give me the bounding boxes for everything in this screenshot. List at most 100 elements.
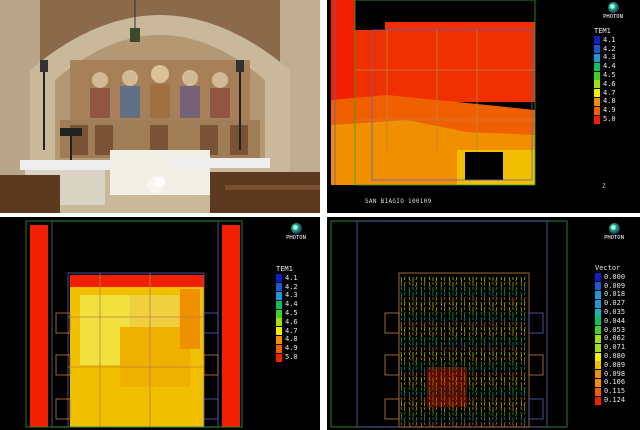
flow-vector	[444, 301, 446, 308]
flow-vector	[455, 321, 458, 327]
flow-vector	[428, 306, 431, 311]
flow-vector	[508, 281, 511, 287]
flow-vector	[488, 321, 491, 326]
legend-value: 5.0	[285, 353, 298, 362]
flow-vector	[475, 276, 478, 281]
flow-vector	[500, 301, 502, 307]
legend-entry: 0.062	[595, 334, 625, 344]
flow-vector	[480, 341, 482, 346]
flow-vector	[404, 291, 406, 296]
flow-vector	[420, 346, 422, 353]
flow-vector	[515, 291, 518, 297]
flow-vector	[435, 296, 438, 302]
flow-vector	[415, 361, 418, 367]
flow-vector	[495, 331, 498, 336]
flow-vector	[460, 291, 462, 298]
flow-vector	[475, 341, 478, 348]
flow-vector	[480, 316, 482, 323]
flow-vector	[524, 391, 526, 397]
flow-vector	[504, 381, 506, 387]
flow-vector	[444, 331, 446, 338]
flow-vector	[440, 306, 442, 311]
flow-vector	[400, 321, 402, 328]
flow-vector	[428, 406, 431, 412]
flow-vector	[468, 281, 471, 286]
flow-vector	[400, 371, 402, 377]
legend-swatch	[595, 387, 601, 396]
flow-vector	[475, 371, 478, 378]
legend-entry: 4.6	[276, 318, 298, 327]
flow-vector	[440, 336, 442, 341]
flow-vector	[488, 296, 491, 303]
flow-vector	[428, 416, 431, 423]
flow-vector	[420, 276, 422, 282]
flow-vector	[480, 376, 482, 383]
flow-vector	[408, 331, 411, 338]
legend-entry: 0.124	[595, 396, 625, 405]
flow-vector	[404, 306, 406, 311]
flow-vector	[415, 401, 418, 408]
flow-vector	[520, 401, 522, 407]
legend-swatch	[595, 352, 601, 361]
flow-vector	[444, 341, 446, 346]
flow-vector	[400, 421, 402, 426]
flow-vector	[524, 316, 526, 322]
flow-vector	[508, 291, 511, 298]
flow-vector	[400, 276, 402, 283]
flow-vector	[508, 386, 511, 392]
flow-vector	[524, 401, 526, 408]
flow-vector	[440, 301, 442, 307]
flow-vector	[495, 321, 498, 328]
flow-vector	[455, 316, 458, 323]
flow-vector	[488, 311, 491, 318]
legend-swatch	[595, 334, 601, 343]
legend-value: 4.3	[285, 291, 298, 300]
flow-vector	[488, 396, 491, 401]
flow-vector	[515, 411, 518, 417]
flow-vector	[515, 416, 518, 421]
legend-swatch	[276, 309, 282, 318]
flow-vector	[415, 386, 418, 393]
legend-value: 0.089	[604, 360, 626, 369]
flow-vector	[520, 421, 522, 426]
flow-vector	[484, 406, 486, 411]
flow-vector	[404, 321, 406, 326]
flow-vector	[420, 281, 422, 286]
flow-vector	[408, 281, 411, 286]
legend-value: 4.7	[285, 326, 298, 335]
flow-vector	[464, 361, 466, 367]
flow-vector	[524, 301, 526, 307]
legend-swatch	[276, 283, 282, 292]
flow-vector	[495, 381, 498, 388]
flow-vector	[408, 296, 411, 301]
flow-vector	[415, 326, 418, 333]
flow-vector	[435, 301, 438, 306]
flow-vector	[480, 356, 482, 361]
flow-vector	[508, 301, 511, 306]
flow-vector	[415, 411, 418, 416]
flow-vector	[444, 356, 446, 361]
flow-vector	[475, 326, 478, 333]
flow-vector	[464, 421, 466, 427]
flow-vector	[428, 341, 431, 348]
flow-vector	[480, 331, 482, 338]
flow-vector	[475, 301, 478, 307]
flow-vector	[424, 336, 426, 343]
flow-vector	[520, 341, 522, 347]
flow-vector	[508, 406, 511, 411]
flow-vector	[408, 316, 411, 323]
flow-vector	[408, 291, 411, 297]
legend-top-right: TEM1 4.1 4.2 4.3 4.4 4.5 4.6 4.7 4.8 4.9 5.0	[594, 28, 616, 124]
flow-vector	[480, 301, 482, 308]
flow-vector	[404, 301, 406, 307]
flow-vector	[464, 336, 466, 341]
flow-vector	[428, 291, 431, 296]
flow-vector	[468, 321, 471, 327]
flow-vector	[475, 286, 478, 292]
legend-entry: 4.4	[276, 300, 298, 309]
flow-vector	[404, 336, 406, 341]
flow-vector	[420, 411, 422, 417]
flow-vector	[400, 301, 402, 306]
flow-vector	[448, 291, 451, 298]
flow-vector	[524, 386, 526, 393]
